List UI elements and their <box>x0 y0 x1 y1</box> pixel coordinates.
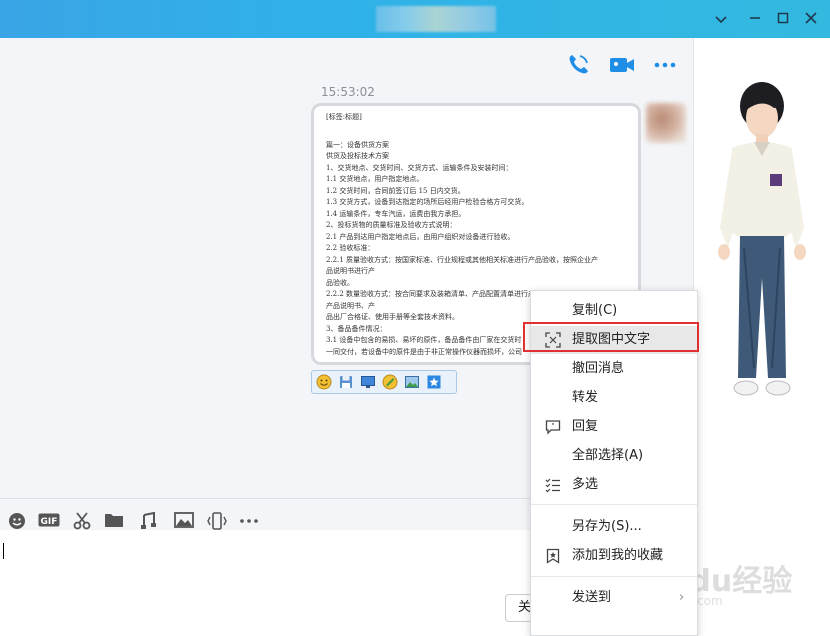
edit-icon[interactable] <box>381 373 399 391</box>
document-line: 供货及投标技术方案 <box>326 152 389 160</box>
reply-icon: " <box>545 419 561 435</box>
menu-item-save-as[interactable]: 另存为(S)... <box>531 513 697 541</box>
avatar[interactable] <box>646 103 686 143</box>
document-line: 1.1 交货地点，用户指定地点。 <box>326 175 424 183</box>
multi-select-icon <box>545 477 561 493</box>
menu-item-add-favorite[interactable]: 添加到我的收藏 <box>531 542 697 570</box>
shake-icon[interactable] <box>206 512 228 532</box>
document-line: 2.1 产品到达用户指定地点后，由用户组织对设备进行验收。 <box>326 232 515 241</box>
emoji-icon[interactable] <box>6 512 28 532</box>
document-line: 1.3 交货方式，设备到达指定的场所后经用户检验合格方可交货。 <box>326 198 529 206</box>
menu-divider <box>531 576 697 577</box>
menu-item-label: 发送到 <box>572 590 612 605</box>
menu-item-label: 撤回消息 <box>572 361 625 376</box>
video-icon[interactable] <box>608 52 636 78</box>
document-line: 篇一：设备供货方案 <box>326 140 389 149</box>
document-tag: [标签:标题] <box>326 113 362 121</box>
emoji-sticker-icon[interactable] <box>315 373 333 391</box>
screen-icon[interactable] <box>359 373 377 391</box>
menu-item-label: 回复 <box>572 419 599 434</box>
menu-item-multi-select[interactable]: 多选 <box>531 471 697 499</box>
image-icon[interactable] <box>173 512 195 532</box>
menu-item-reply[interactable]: " 回复 <box>531 413 697 441</box>
svg-text:GIF: GIF <box>41 517 58 527</box>
contact-name-blurred <box>376 6 496 32</box>
menu-item-label: 转发 <box>572 390 599 405</box>
save-icon[interactable] <box>337 373 355 391</box>
chevron-right-icon: › <box>679 590 685 605</box>
maximize-icon[interactable] <box>772 9 794 29</box>
message-timestamp: 15:53:02 <box>321 85 375 99</box>
document-line: 品说明书进行产 <box>326 267 375 275</box>
image-toolbar <box>311 370 457 394</box>
highlight-box <box>523 322 699 352</box>
minimize-icon[interactable] <box>744 9 766 29</box>
document-line: 2.2.1 质量验收方式：按国家标准、行业规程或其他相关标准进行产品验收，按照企… <box>326 255 599 264</box>
menu-item-label: 全部选择(A) <box>572 448 644 463</box>
bookmark-icon <box>545 548 561 564</box>
menu-item-label: 多选 <box>572 477 599 492</box>
music-icon[interactable] <box>137 511 159 532</box>
scissors-icon[interactable] <box>71 512 93 532</box>
menu-item-recall[interactable]: 撤回消息 <box>531 355 697 383</box>
menu-divider <box>531 504 697 505</box>
favorite-icon[interactable] <box>425 373 443 391</box>
svg-text:": " <box>551 422 554 430</box>
document-line: 2、投标货物的质量标准及验收方式说明： <box>326 221 457 229</box>
more-icon[interactable] <box>652 52 680 78</box>
image-edit-icon[interactable] <box>403 373 421 391</box>
menu-item-send-to[interactable]: 发送到 › <box>531 584 697 612</box>
menu-item-label: 复制(C) <box>572 303 618 318</box>
menu-item-forward[interactable]: 转发 <box>531 384 697 412</box>
more-icon[interactable] <box>238 512 260 532</box>
gif-icon[interactable]: GIF <box>38 512 60 532</box>
menu-item-label: 另存为(S)... <box>572 519 642 534</box>
title-bar <box>0 0 830 38</box>
menu-item-copy[interactable]: 复制(C) <box>531 297 697 325</box>
document-line: 1.4 运输条件，专车汽运，运费由我方承担。 <box>326 209 466 218</box>
menu-item-label: 添加到我的收藏 <box>572 548 664 563</box>
text-caret <box>3 543 4 559</box>
character-panel <box>693 38 830 636</box>
document-line: 1、交货地点、交货时间、交货方式、运输条件及安装时间： <box>326 163 513 172</box>
folder-icon[interactable] <box>103 512 125 532</box>
document-line: 2.2 验收标准： <box>326 244 375 252</box>
phone-icon[interactable] <box>565 52 593 78</box>
menu-item-select-all[interactable]: 全部选择(A) <box>531 442 697 470</box>
close-icon[interactable] <box>800 9 822 29</box>
document-line: 1.2 交货时间，合同前签订后 15 日内交货。 <box>326 186 465 195</box>
chevron-down-icon[interactable] <box>710 9 732 29</box>
character-figure <box>718 82 806 396</box>
document-line: 品验收。 <box>326 278 354 287</box>
